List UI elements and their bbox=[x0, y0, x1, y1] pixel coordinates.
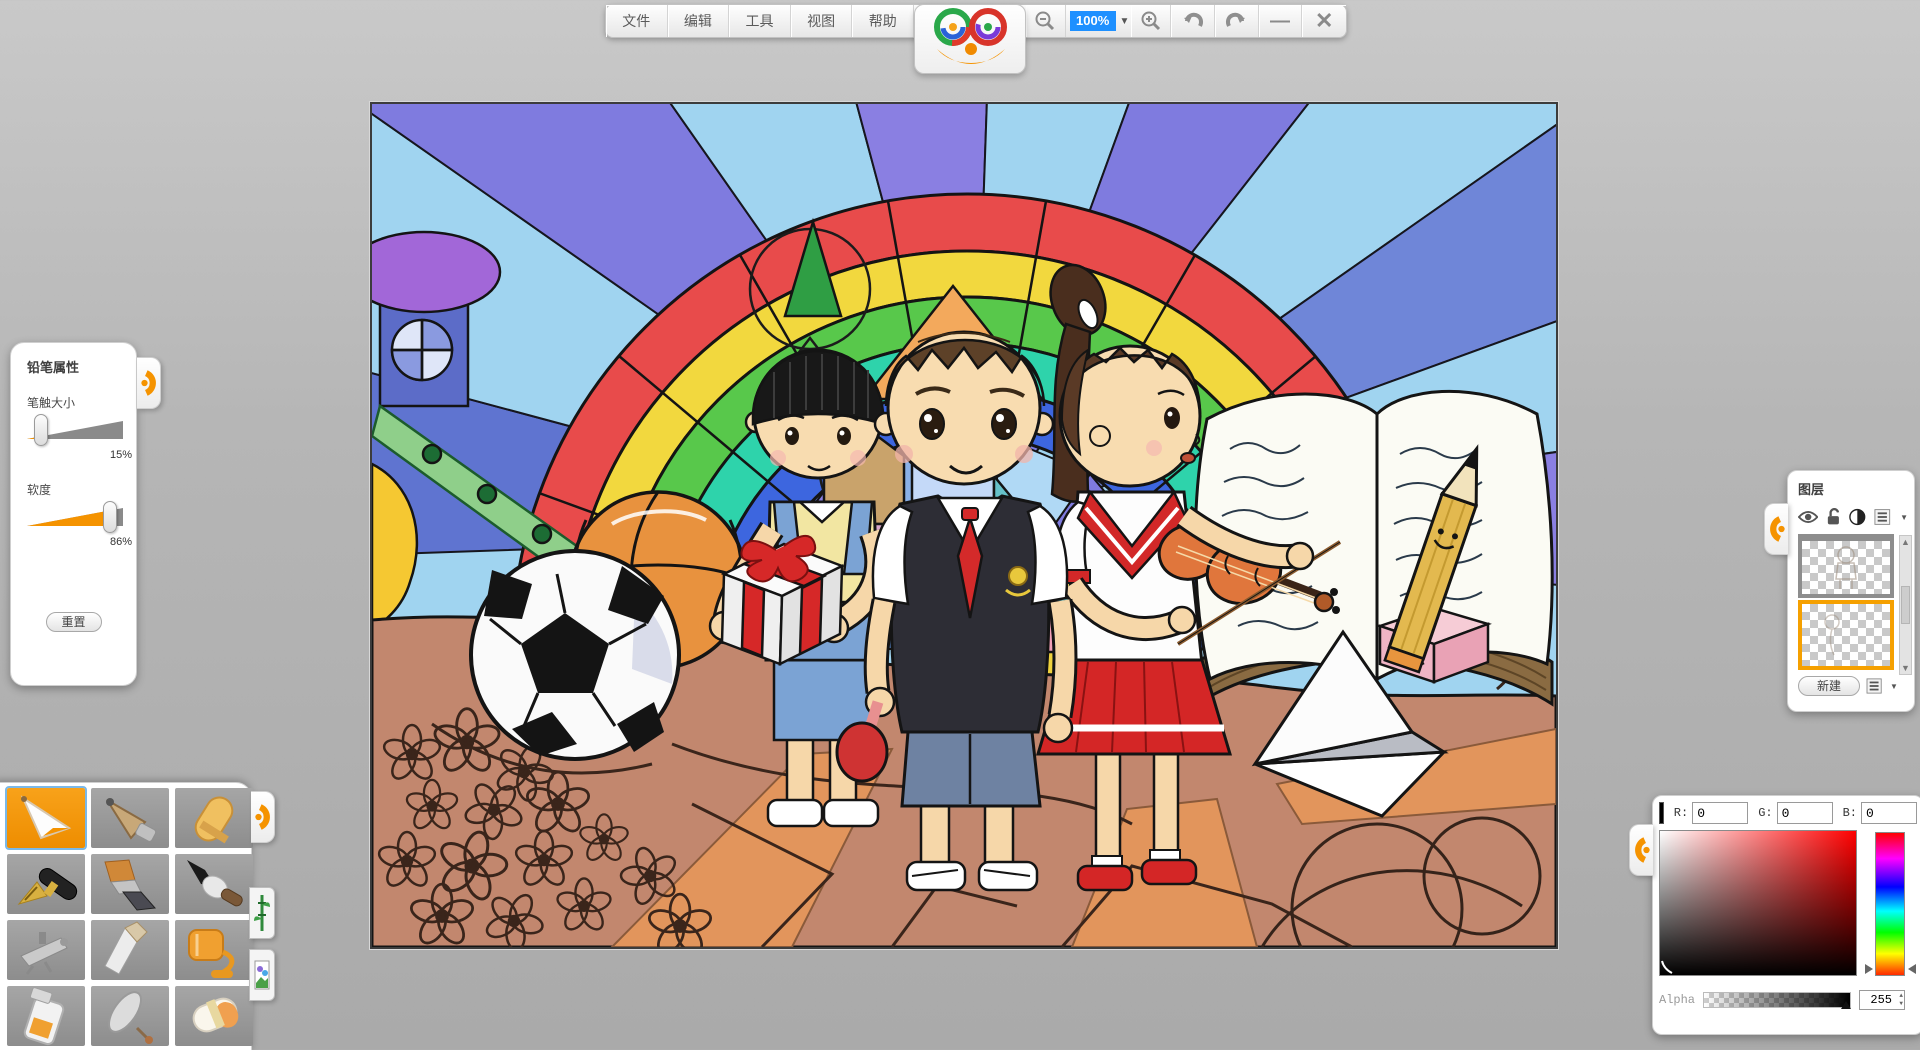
tool-paint-roller[interactable] bbox=[175, 920, 253, 980]
r-input[interactable] bbox=[1692, 802, 1748, 824]
tool-eraser-stick[interactable] bbox=[175, 986, 253, 1046]
layer-menu-icon[interactable] bbox=[1874, 508, 1892, 526]
orange-handle-icon bbox=[140, 368, 158, 398]
zoom-in-button[interactable] bbox=[1131, 5, 1171, 37]
layers-scrollbar[interactable]: ▲ ▼ bbox=[1899, 535, 1912, 675]
brush-size-handle[interactable] bbox=[34, 414, 48, 446]
menu-file[interactable]: 文件 bbox=[606, 5, 668, 37]
brush-size-value: 15% bbox=[27, 449, 132, 461]
saturation-value-picker[interactable] bbox=[1659, 830, 1857, 976]
orange-handle-icon bbox=[254, 802, 272, 832]
tool-leaf-blade[interactable] bbox=[91, 986, 169, 1046]
alpha-spinner[interactable]: ▲▼ bbox=[1899, 992, 1903, 1008]
hue-slider[interactable] bbox=[1875, 832, 1905, 976]
close-button[interactable]: ✕ bbox=[1302, 5, 1346, 37]
clown-face-icon bbox=[915, 5, 1025, 73]
orange-handle-icon bbox=[1768, 514, 1786, 544]
brush-panel-title: 铅笔属性 bbox=[27, 357, 120, 376]
zoom-level-field[interactable]: 100% bbox=[1070, 11, 1116, 31]
menu-help[interactable]: 帮助 bbox=[852, 5, 914, 37]
tool-palette-knife[interactable] bbox=[91, 920, 169, 980]
layer-item-1[interactable] bbox=[1798, 534, 1894, 598]
soccer-ball bbox=[471, 551, 679, 759]
tool-paint-tube[interactable] bbox=[7, 986, 85, 1046]
layers-options-caret[interactable]: ▼ bbox=[1890, 682, 1898, 691]
zoom-out-button[interactable] bbox=[1026, 5, 1066, 37]
brush-properties-panel: 铅笔属性 笔触大小 15% 软度 86% 重置 bbox=[10, 342, 137, 686]
layer-visibility-icon[interactable] bbox=[1798, 509, 1818, 525]
alpha-label: Alpha bbox=[1659, 993, 1695, 1007]
tool-ink-brush[interactable] bbox=[175, 854, 253, 914]
brush-size-label: 笔触大小 bbox=[27, 394, 120, 411]
tool-palette bbox=[0, 782, 252, 1050]
hue-marker-right[interactable] bbox=[1908, 964, 1916, 974]
color-panel: R: G: B: Alpha 255 ▲▼ bbox=[1652, 795, 1920, 1035]
redo-button[interactable] bbox=[1215, 5, 1259, 37]
layers-panel-title: 图层 bbox=[1798, 479, 1908, 498]
picture-icon bbox=[253, 955, 271, 995]
brush-size-slider[interactable] bbox=[27, 417, 123, 447]
layer-item-2-active[interactable] bbox=[1798, 600, 1894, 670]
drawing-canvas[interactable] bbox=[370, 102, 1558, 949]
scroll-up-icon[interactable]: ▲ bbox=[1901, 537, 1910, 547]
tool-airbrush[interactable] bbox=[7, 920, 85, 980]
menu-view[interactable]: 视图 bbox=[791, 5, 853, 37]
alpha-value-field[interactable]: 255 ▲▼ bbox=[1859, 990, 1905, 1010]
layer-lock-icon[interactable] bbox=[1826, 508, 1841, 526]
brush-panel-tab[interactable] bbox=[137, 357, 161, 409]
color-panel-tab[interactable] bbox=[1629, 824, 1653, 876]
main-toolbar: 文件 编辑 工具 视图 帮助 100% ▼ — ✕ bbox=[605, 4, 1347, 38]
tool-palette-tab[interactable] bbox=[251, 791, 275, 843]
softness-label: 软度 bbox=[27, 481, 120, 498]
alpha-slider[interactable] bbox=[1703, 992, 1851, 1008]
layers-panel: 图层 ▼ bbox=[1787, 470, 1915, 712]
b-label: B: bbox=[1843, 806, 1857, 820]
bamboo-stamp-tab[interactable] bbox=[249, 887, 275, 939]
zoom-dropdown-caret[interactable]: ▼ bbox=[1118, 16, 1132, 27]
hue-marker-left[interactable] bbox=[1865, 964, 1873, 974]
layer-opacity-icon[interactable] bbox=[1849, 508, 1866, 526]
bamboo-icon bbox=[253, 891, 271, 935]
layers-options-icon[interactable] bbox=[1866, 678, 1884, 694]
layers-panel-tab[interactable] bbox=[1764, 503, 1788, 555]
paint-app-window: { "toolbar": { "menus": ["文件", "编辑", "工具… bbox=[0, 0, 1920, 1050]
tool-flat-brush[interactable] bbox=[91, 854, 169, 914]
new-layer-button[interactable]: 新建 bbox=[1798, 676, 1860, 696]
g-input[interactable] bbox=[1777, 802, 1833, 824]
softness-slider[interactable] bbox=[27, 504, 123, 534]
layer-menu-caret[interactable]: ▼ bbox=[1900, 513, 1908, 522]
menu-tools[interactable]: 工具 bbox=[729, 5, 791, 37]
alpha-handle[interactable] bbox=[1841, 1001, 1851, 1009]
softness-value: 86% bbox=[27, 536, 132, 548]
softness-handle[interactable] bbox=[103, 501, 117, 533]
tool-wood-pencil[interactable] bbox=[91, 788, 169, 848]
picture-stamp-tab[interactable] bbox=[249, 949, 275, 1001]
reset-button[interactable]: 重置 bbox=[46, 612, 102, 632]
b-input[interactable] bbox=[1861, 802, 1917, 824]
orange-handle-icon bbox=[1633, 835, 1651, 865]
tool-orange-cone-pen[interactable] bbox=[7, 788, 85, 848]
r-label: R: bbox=[1674, 806, 1688, 820]
scrollbar-thumb[interactable] bbox=[1901, 586, 1910, 624]
menu-edit[interactable]: 编辑 bbox=[668, 5, 730, 37]
g-label: G: bbox=[1758, 806, 1772, 820]
artwork bbox=[372, 104, 1556, 947]
tool-fountain-pen[interactable] bbox=[7, 854, 85, 914]
scroll-down-icon[interactable]: ▼ bbox=[1901, 663, 1910, 673]
minimize-button[interactable]: — bbox=[1259, 5, 1303, 37]
undo-button[interactable] bbox=[1171, 5, 1215, 37]
tool-crayon[interactable] bbox=[175, 788, 253, 848]
clown-logo-tab[interactable] bbox=[914, 4, 1026, 74]
current-color-swatch[interactable] bbox=[1659, 802, 1664, 824]
